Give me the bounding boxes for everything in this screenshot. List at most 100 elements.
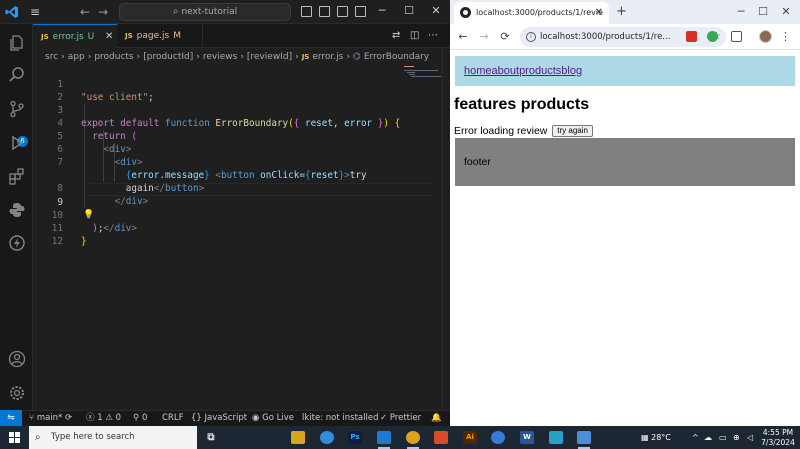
nav-link-products[interactable]: products xyxy=(519,65,561,77)
tray-globe-icon[interactable]: ⊕ xyxy=(733,426,740,449)
extensions-puzzle-icon[interactable] xyxy=(731,31,742,42)
back-arrow-icon[interactable]: ← xyxy=(80,4,90,20)
tab-error-js[interactable]: JS error.js U ✕ xyxy=(33,24,117,48)
code-line: 9 💡 </div> xyxy=(33,183,433,234)
prettier-status[interactable]: ✓ Prettier xyxy=(380,411,421,426)
profile-avatar[interactable] xyxy=(759,30,772,43)
breadcrumb-item[interactable]: src xyxy=(45,52,58,62)
customize-layout-icon[interactable] xyxy=(355,6,366,17)
task-view-icon[interactable]: ⧉ xyxy=(204,431,218,444)
new-tab-plus-icon[interactable]: + xyxy=(616,4,627,20)
linter-status[interactable]: lkite: not installed xyxy=(302,411,378,426)
breadcrumb-item[interactable]: error.js xyxy=(312,52,343,62)
photoshop-icon[interactable]: Ps xyxy=(348,431,362,444)
vscode-logo-icon xyxy=(5,6,18,18)
nav-link-about[interactable]: about xyxy=(492,65,520,77)
forward-arrow-icon[interactable]: → xyxy=(476,29,492,45)
breadcrumb-item[interactable]: ErrorBoundary xyxy=(364,52,429,62)
minimize-button[interactable]: ─ xyxy=(372,3,392,19)
go-live-button[interactable]: ◉ Go Live xyxy=(252,411,294,426)
nav-link-blog[interactable]: blog xyxy=(561,65,582,77)
javascript-file-icon: JS xyxy=(125,32,133,40)
tray-chevron-icon[interactable]: ^ xyxy=(692,426,699,449)
web-page: homeaboutproductsblog features products … xyxy=(450,50,800,426)
javascript-file-icon: JS xyxy=(41,33,49,41)
split-editor-icon[interactable]: ◫ xyxy=(410,30,422,42)
thunder-client-icon[interactable] xyxy=(6,232,27,253)
close-window-button[interactable]: ✕ xyxy=(426,3,446,19)
toggle-panel-icon[interactable] xyxy=(319,6,330,17)
taskbar-search-box[interactable]: ⌕ Type here to search xyxy=(29,426,197,449)
snipping-tool-icon[interactable] xyxy=(549,431,563,444)
settings-gear-icon[interactable] xyxy=(6,382,27,403)
browser-menu-icon[interactable]: ⋮ xyxy=(780,29,791,45)
tray-cloud-icon[interactable]: ☁ xyxy=(704,426,712,449)
weather-widget[interactable]: ▦ 28°C xyxy=(641,426,671,449)
breadcrumb-item[interactable]: [productId] xyxy=(143,52,193,62)
python-icon[interactable] xyxy=(6,199,27,220)
word-icon[interactable]: W xyxy=(520,431,534,444)
toggle-sidebar-icon[interactable] xyxy=(301,6,312,17)
maximize-button[interactable]: ☐ xyxy=(753,4,773,20)
tray-volume-icon[interactable]: ◁ xyxy=(747,426,753,449)
prettier-label: Prettier xyxy=(389,413,422,423)
site-info-icon[interactable]: i xyxy=(526,32,536,42)
source-control-icon[interactable] xyxy=(6,98,27,119)
forward-arrow-icon[interactable]: → xyxy=(98,4,108,20)
notifications-bell-icon[interactable]: 🔔 xyxy=(431,411,442,426)
tab-page-js[interactable]: JS page.js M xyxy=(117,24,203,48)
zoom-icon[interactable] xyxy=(491,431,505,444)
command-center-search[interactable]: ⌕ next-tutorial xyxy=(119,3,291,21)
remote-indicator-icon[interactable]: ⇋ xyxy=(0,410,22,426)
accounts-icon[interactable] xyxy=(6,348,27,369)
close-tab-icon[interactable]: ✕ xyxy=(595,2,603,24)
breadcrumb-item[interactable]: app xyxy=(68,52,85,62)
code-editor[interactable]: 1 "use client"; 2 3 export default funct… xyxy=(33,64,442,410)
illustrator-icon[interactable]: Ai xyxy=(463,431,477,444)
vscode-taskbar-icon[interactable] xyxy=(377,431,391,444)
ports-icon: ⚲ xyxy=(133,413,140,423)
taskbar-clock[interactable]: 4:55 PM 7/3/2024 xyxy=(760,428,796,448)
ports-indicator[interactable]: ⚲ 0 xyxy=(133,411,147,426)
problems-indicator[interactable]: ⓧ 1 ⚠ 0 xyxy=(86,411,121,426)
minimize-button[interactable]: ─ xyxy=(731,4,751,20)
try-again-button[interactable]: try again xyxy=(552,125,593,138)
browser-tab-strip: localhost:3000/products/1/revie ✕ + ─ ☐ … xyxy=(450,0,800,24)
run-debug-icon[interactable] xyxy=(6,132,27,153)
windows-start-icon[interactable] xyxy=(9,432,20,443)
maximize-button[interactable]: ☐ xyxy=(399,3,419,19)
back-arrow-icon[interactable]: ← xyxy=(455,29,471,45)
remote-desktop-icon[interactable] xyxy=(577,431,591,444)
toggle-secondary-sidebar-icon[interactable] xyxy=(337,6,348,17)
close-window-button[interactable]: ✕ xyxy=(776,4,796,20)
edge-browser-icon[interactable] xyxy=(320,431,334,444)
nav-link-home[interactable]: home xyxy=(464,65,492,77)
reload-icon[interactable]: ⟳ xyxy=(497,29,513,45)
chrome-icon[interactable] xyxy=(406,431,420,444)
explorer-icon[interactable] xyxy=(6,32,27,53)
tray-network-icon[interactable]: ▭ xyxy=(719,426,727,449)
language-mode[interactable]: {} JavaScript xyxy=(191,411,247,426)
git-branch[interactable]: ⑂ main* ⟳ xyxy=(29,411,72,426)
breadcrumb-item[interactable]: products xyxy=(94,52,133,62)
menu-icon[interactable]: ≡ xyxy=(30,5,44,19)
search-icon[interactable] xyxy=(6,64,27,85)
weather-icon: ▦ xyxy=(641,433,649,442)
editor-scrollbar[interactable] xyxy=(442,48,450,410)
file-explorer-icon[interactable] xyxy=(291,431,305,444)
extension-icon[interactable] xyxy=(686,31,697,42)
open-changes-icon[interactable]: ⇄ xyxy=(392,30,404,42)
breadcrumb-item[interactable]: reviews xyxy=(203,52,237,62)
extension-icon[interactable] xyxy=(707,31,718,42)
close-tab-icon[interactable]: ✕ xyxy=(105,25,113,49)
editor-tabs: JS error.js U ✕ JS page.js M ⇄ ◫ ⋯ xyxy=(33,24,450,48)
breadcrumb-item[interactable]: [reviewId] xyxy=(247,52,292,62)
browser-tab[interactable]: localhost:3000/products/1/revie ✕ xyxy=(454,2,609,24)
extensions-icon[interactable] xyxy=(6,165,27,186)
more-actions-icon[interactable]: ⋯ xyxy=(428,30,440,42)
eol-indicator[interactable]: CRLF xyxy=(162,411,183,426)
code-line: again</button> xyxy=(33,156,433,194)
brave-icon[interactable] xyxy=(434,431,448,444)
clock-time: 4:55 PM xyxy=(762,428,794,437)
tab-git-status: U xyxy=(87,32,95,42)
